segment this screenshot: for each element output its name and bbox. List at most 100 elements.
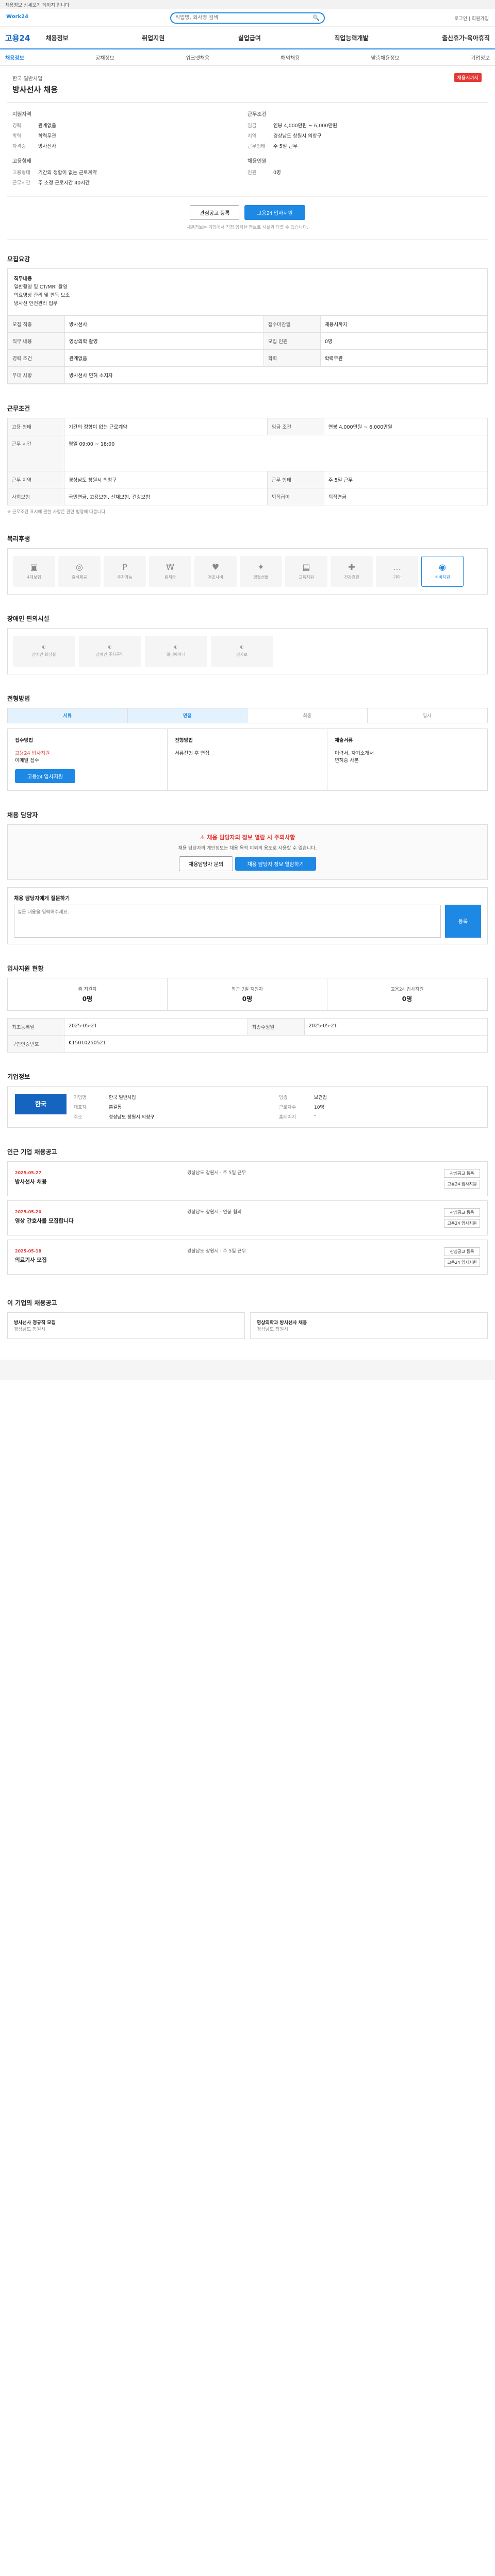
detail-value: 한국 일반사업 (109, 1095, 136, 1100)
detail-value: 홍길동 (109, 1105, 122, 1110)
apply-button[interactable]: 고용24 입사지원 (15, 769, 76, 783)
subnav-item[interactable]: 공채정보 (95, 54, 114, 61)
scrap-button[interactable]: 관심공고 등록 (444, 1168, 480, 1178)
welfare-item: ▣ 4대보험 (13, 555, 55, 587)
gnb-item[interactable]: 취업지원 (142, 33, 164, 42)
main-content: 한국 일반사업 방사선사 채용 채용시까지 지원자격 경력 관계없음 학력 학력무관… (0, 66, 495, 1344)
qa-submit-button[interactable]: 등록 (445, 904, 481, 938)
job-card[interactable]: 2025-05-27 방사선사 채용 경상남도 창원시 · 주 5일 근무 관심공… (7, 1161, 488, 1196)
table-row: 고용 형태 기간의 정함이 없는 근로계약 임금 조건 연봉 4,000만원 ~ 6,… (7, 417, 488, 435)
stat-label: 총 지원자 (78, 987, 97, 992)
contact-warning-text: 채용 담당자의 정보 열람 시 주의사항 (207, 834, 295, 841)
welfare-label: 교육지원 (299, 575, 314, 580)
detail-value: 10명 (314, 1105, 324, 1110)
apply-button[interactable]: 고용24 입사지원 (444, 1258, 480, 1267)
recruit-table: 모집 직종 방사선사 접수마감일 채용시까지 직무 내용 영상의학 촬영 모집 인원 0명 … (8, 315, 488, 384)
job-card-actions: 관심공고 등록고용24 입사지원 (444, 1247, 480, 1267)
cell-key: 근무 시간 (7, 434, 64, 471)
job-card-title[interactable]: 의료기사 모집 (15, 1256, 180, 1264)
util-links[interactable]: 로그인 | 회원가입 (454, 15, 489, 22)
similar-meta: 경상남도 창원시 (257, 1327, 288, 1332)
welfare-label: 식비지원 (435, 575, 450, 580)
welfare-label: 4대보험 (27, 575, 41, 580)
summary-key: 임금 (248, 123, 257, 129)
job-date: 2025-05-27 (15, 1170, 42, 1175)
table-row: 우대 사항 방사선사 면허 소지자 (8, 366, 487, 384)
subnav-item[interactable]: 기업정보 (471, 54, 490, 61)
summary-value: 기간의 정함이 없는 근로계약 (38, 170, 97, 176)
alert-icon: ⚠ (200, 834, 207, 841)
summary-key: 근무시간 (12, 180, 30, 186)
gnb-item[interactable]: 채용정보 (45, 33, 68, 42)
job-card-meta: 경상남도 창원시 · 주 5일 근무 (187, 1170, 246, 1176)
facility-item: ◐ 경사로 (211, 635, 273, 667)
summary-left-title: 지원자격 (12, 112, 31, 117)
subnav-item[interactable]: 채용정보 (5, 54, 24, 61)
table-row: 경력 조건 관계없음 학력 학력무관 (8, 349, 488, 367)
cell-key: 근무 형태 (267, 470, 324, 488)
gnb-item[interactable]: 출산휴가·육아휴직 (442, 33, 490, 42)
section-title: 장애인 편의시설 (7, 615, 50, 622)
small-logo[interactable]: Work24 (6, 14, 28, 20)
summary-row: 학력 학력무관 (12, 132, 248, 139)
qa-row: 등록 (14, 904, 481, 938)
subnav-item[interactable]: 워크넷채용 (186, 54, 209, 61)
detail-value[interactable]: - (314, 1113, 480, 1120)
scrap-button[interactable]: 관심공고 등록 (190, 205, 240, 220)
gnb-menu: 채용정보 취업지원 실업급여 직업능력개발 출산휴가·육아휴직 (45, 33, 490, 42)
section-title: 근무조건 (7, 404, 30, 412)
recruit-box: 직무내용 일반촬영 및 CT/MRI 촬영 의료영상 관리 및 판독 보조 방사… (7, 268, 488, 384)
brand-logo[interactable]: 고용24 (5, 32, 30, 43)
cell-key: 최종수정일 (247, 1018, 305, 1036)
job-card-title[interactable]: 방사선사 채용 (15, 1178, 180, 1185)
detail-key: 기업명 (74, 1095, 87, 1100)
subnav-item[interactable]: 맞춤채용정보 (371, 54, 400, 61)
gnb-item[interactable]: 직업능력개발 (334, 33, 368, 42)
apply-button[interactable]: 고용24 입사지원 (444, 1218, 480, 1228)
gnb-item[interactable]: 실업급여 (238, 33, 261, 42)
job-card[interactable]: 2025-05-18 의료기사 모집 경상남도 창원시 · 주 5일 근무 관심공… (7, 1239, 488, 1275)
money-icon: ₩ (166, 562, 174, 572)
scrap-button[interactable]: 관심공고 등록 (444, 1247, 480, 1256)
subnav-item[interactable]: 해외채용 (281, 54, 300, 61)
search-box[interactable]: 🔍 (170, 12, 325, 24)
similar-card[interactable]: 방사선사 정규직 모집 경상남도 창원시 (7, 1312, 245, 1339)
similar-title[interactable]: 방사선사 정규직 모집 (14, 1320, 56, 1326)
global-nav: 고용24 채용정보 취업지원 실업급여 직업능력개발 출산휴가·육아휴직 (0, 27, 495, 49)
work-section: 근무조건 고용 형태 기간의 정함이 없는 근로계약 임금 조건 연봉 4,000만원… (7, 389, 488, 520)
cell-key: 모집 인원 (263, 332, 321, 350)
search-input[interactable] (175, 15, 310, 21)
job-card-left: 2025-05-18 의료기사 모집 (15, 1247, 180, 1267)
stat-label: 고용24 입사지원 (390, 987, 424, 992)
job-card-title[interactable]: 영상 간호사를 모집합니다 (15, 1217, 180, 1225)
summary-key: 자격증 (12, 144, 26, 149)
similar-card[interactable]: 영상의학과 방사선사 채용 경상남도 창원시 (250, 1312, 488, 1339)
similar-title[interactable]: 영상의학과 방사선사 채용 (257, 1320, 307, 1326)
search-icon[interactable]: 🔍 (312, 14, 320, 21)
welfare-item: ◉ 식비지원 (421, 555, 464, 587)
stat-value: 0명 (402, 995, 412, 1003)
qa-input[interactable] (14, 904, 441, 938)
apply-button[interactable]: 고용24 입사지원 (244, 205, 305, 220)
recruit-section: 모집요강 직무내용 일반촬영 및 CT/MRI 촬영 의료영상 관리 및 판독 … (7, 240, 488, 389)
job-card[interactable]: 2025-05-20 영상 간호사를 모집합니다 경상남도 창원시 · 연봉 협의… (7, 1200, 488, 1235)
company-name[interactable]: 한국 일반사업 (12, 74, 483, 82)
search-row: Work24 🔍 로그인 | 회원가입 (0, 9, 495, 27)
welfare-label: 퇴직금 (164, 575, 176, 580)
qa-title: 채용 담당자에게 질문하기 (14, 895, 70, 902)
gift-icon: ♥ (211, 562, 220, 572)
summary-row: 인원 0명 (248, 168, 483, 176)
stat-label: 최근 7일 지원자 (231, 987, 263, 992)
facility-label: 장애인 주차구역 (95, 652, 124, 657)
contact-inquiry-button[interactable]: 채용담당자 문의 (178, 856, 234, 871)
contact-box: ⚠ 채용 담당자의 정보 열람 시 주의사항 채용 담당자의 개인정보는 채용 … (7, 824, 488, 880)
apply-button[interactable]: 고용24 입사지원 (444, 1179, 480, 1189)
info-note: 채용정보는 기업에서 직접 입력한 정보로 사실과 다를 수 있습니다. (7, 224, 488, 240)
view-contact-button[interactable]: 채용 담당자 정보 열람하기 (235, 856, 317, 871)
scrap-button[interactable]: 관심공고 등록 (444, 1208, 480, 1217)
cell-value: 2025-05-21 (64, 1018, 248, 1036)
summary-row: 지역 경상남도 창원시 의창구 (248, 132, 483, 139)
welfare-item: … 기타 (376, 555, 418, 587)
summary-row: 임금 연봉 4,000만원 ~ 6,000만원 (248, 122, 483, 129)
similar-meta: 경상남도 창원시 (14, 1327, 45, 1332)
